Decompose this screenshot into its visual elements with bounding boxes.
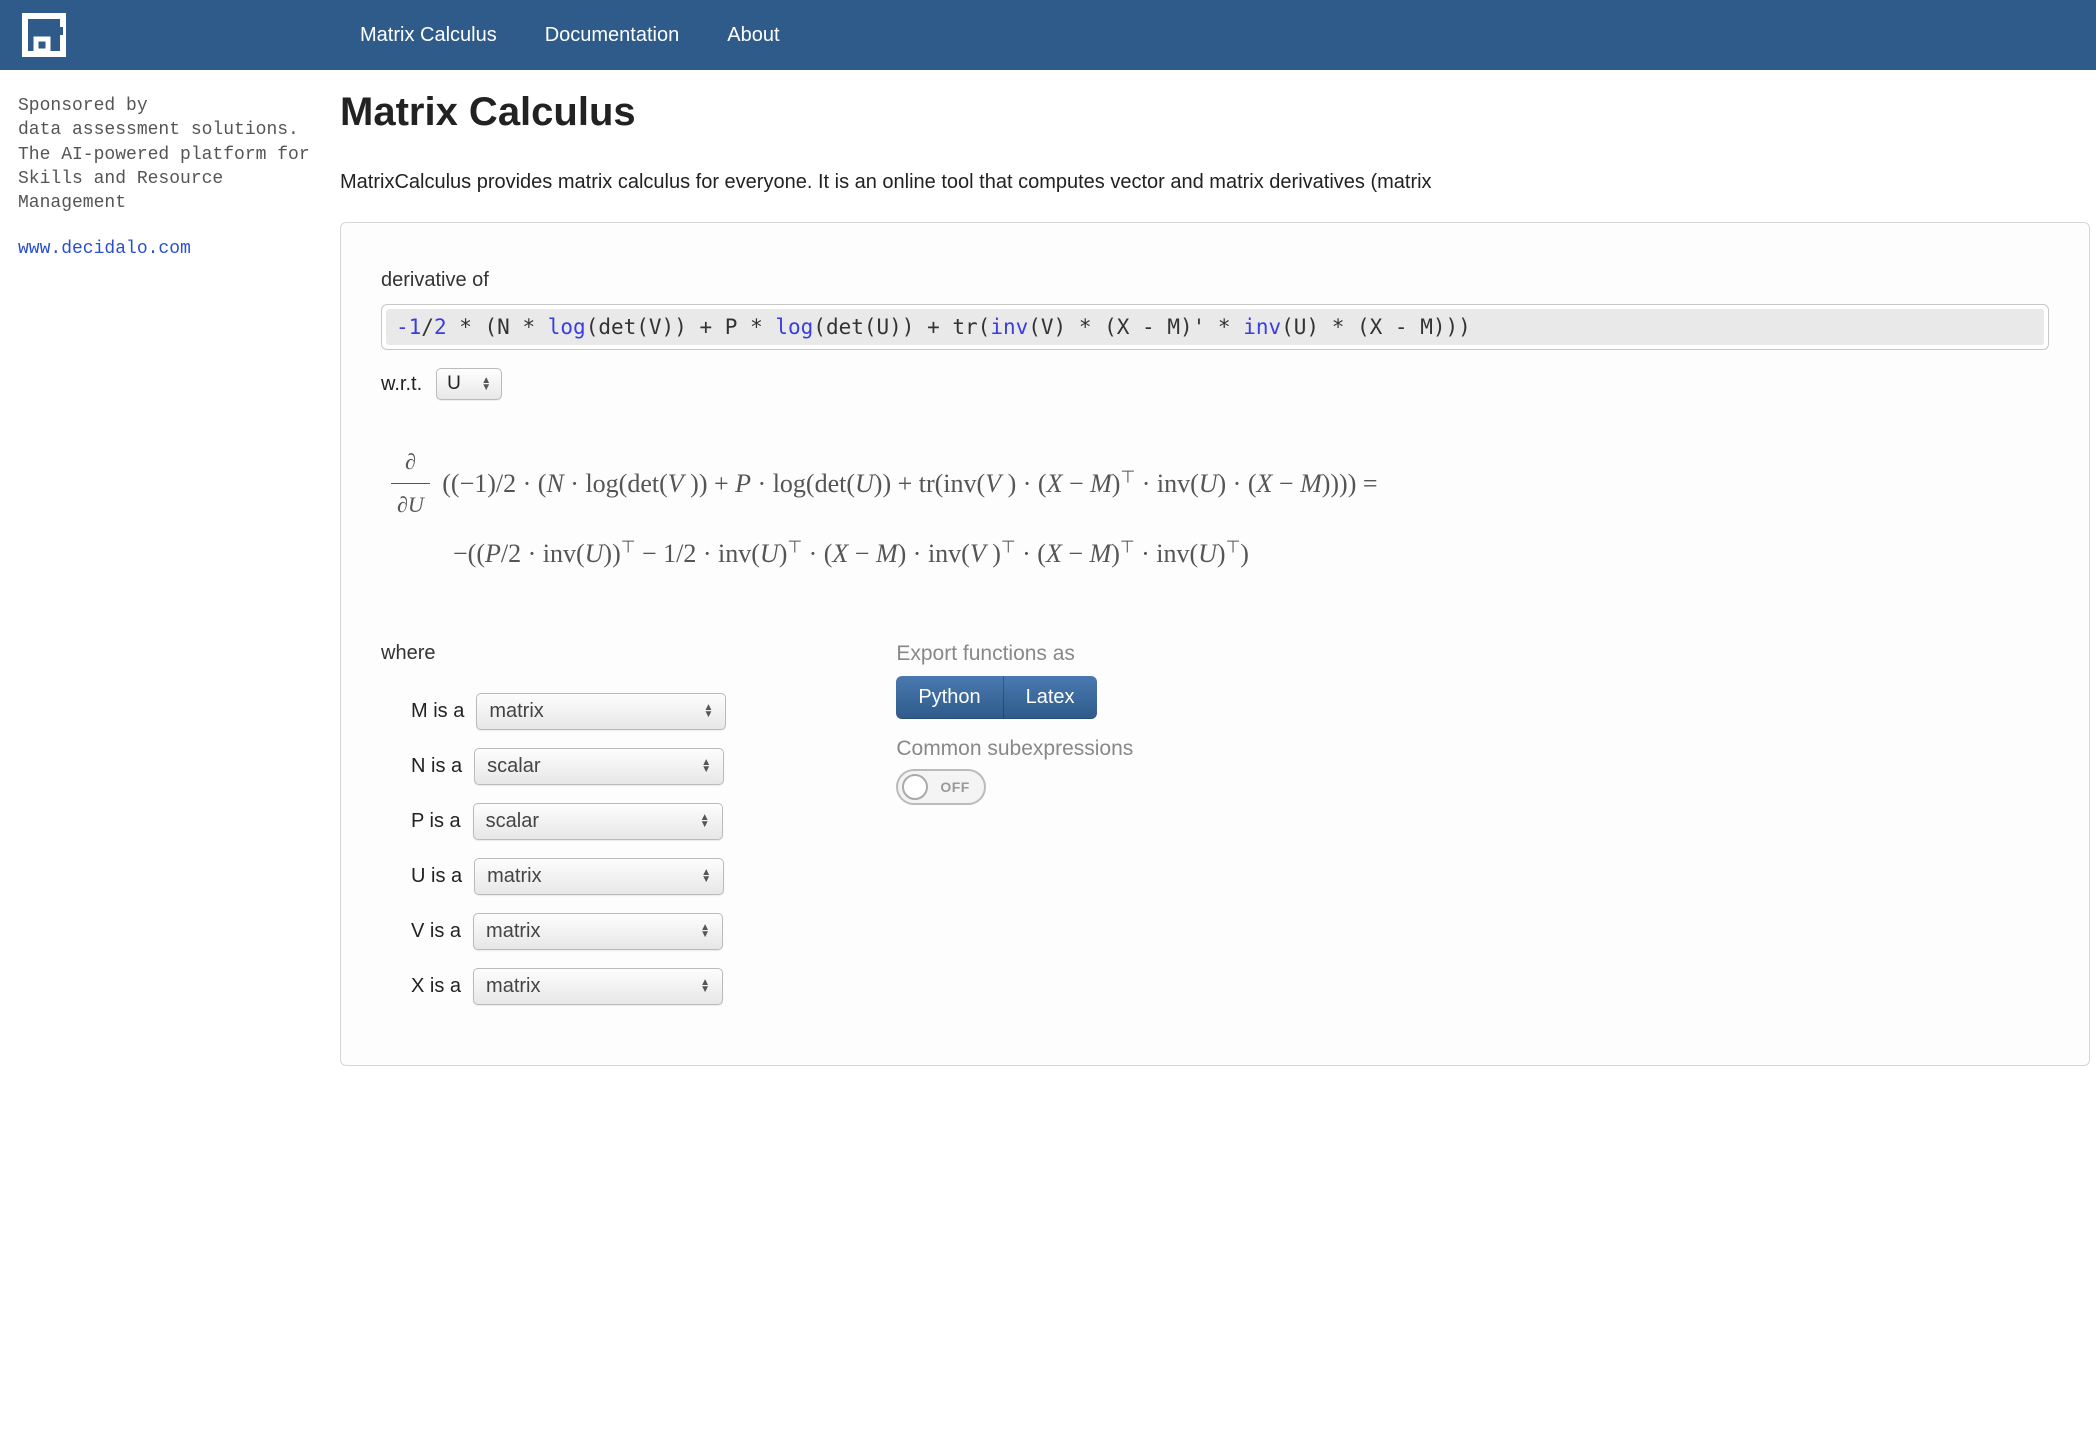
wrt-value: U bbox=[447, 373, 461, 395]
toggle-knob-icon bbox=[902, 774, 928, 800]
toggle-state: OFF bbox=[940, 779, 970, 795]
chevron-updown-icon: ▲▼ bbox=[481, 377, 491, 391]
var-row: P is a scalar ▲▼ bbox=[411, 803, 726, 840]
wrt-label: w.r.t. bbox=[381, 373, 422, 396]
wrt-dropdown[interactable]: U ▲▼ bbox=[436, 368, 502, 400]
var-label: P is a bbox=[411, 810, 461, 833]
sidebar: Sponsored by data assessment solutions. … bbox=[0, 90, 340, 1066]
chevron-updown-icon: ▲▼ bbox=[700, 979, 710, 993]
var-type-value: matrix bbox=[486, 975, 540, 998]
var-type-value: scalar bbox=[486, 810, 539, 833]
var-type-dropdown[interactable]: matrix ▲▼ bbox=[474, 858, 724, 895]
header: Matrix Calculus Documentation About bbox=[0, 0, 2096, 70]
var-type-dropdown[interactable]: scalar ▲▼ bbox=[474, 748, 724, 785]
var-type-dropdown[interactable]: matrix ▲▼ bbox=[476, 693, 726, 730]
var-type-dropdown[interactable]: matrix ▲▼ bbox=[473, 913, 723, 950]
page-title: Matrix Calculus bbox=[340, 90, 2090, 135]
chevron-updown-icon: ▲▼ bbox=[703, 704, 713, 718]
chevron-updown-icon: ▲▼ bbox=[700, 924, 710, 938]
export-label: Export functions as bbox=[896, 642, 1236, 666]
export-button-group: Python Latex bbox=[896, 676, 1236, 719]
var-type-value: matrix bbox=[486, 920, 540, 943]
calculator-panel: derivative of -1/2 * (N * log(det(V)) + … bbox=[340, 222, 2090, 1066]
sponsor-line: data assessment solutions. bbox=[18, 118, 322, 142]
var-label: V is a bbox=[411, 920, 461, 943]
sponsor-line: Sponsored by bbox=[18, 94, 322, 118]
var-row: N is a scalar ▲▼ bbox=[411, 748, 726, 785]
var-row: X is a matrix ▲▼ bbox=[411, 968, 726, 1005]
chevron-updown-icon: ▲▼ bbox=[701, 869, 711, 883]
cse-toggle[interactable]: OFF bbox=[896, 769, 986, 805]
var-label: U is a bbox=[411, 865, 462, 888]
expression-input[interactable]: -1/2 * (N * log(det(V)) + P * log(det(U)… bbox=[381, 304, 2049, 350]
var-type-value: scalar bbox=[487, 755, 540, 778]
sponsor-link[interactable]: www.decidalo.com bbox=[18, 237, 322, 261]
sponsor-line: Skills and Resource Management bbox=[18, 167, 322, 216]
var-row: V is a matrix ▲▼ bbox=[411, 913, 726, 950]
nav-about[interactable]: About bbox=[727, 24, 779, 47]
intro-text: MatrixCalculus provides matrix calculus … bbox=[340, 171, 2090, 194]
var-label: M is a bbox=[411, 700, 464, 723]
nav: Matrix Calculus Documentation About bbox=[360, 24, 780, 47]
nav-documentation[interactable]: Documentation bbox=[545, 24, 680, 47]
export-latex-button[interactable]: Latex bbox=[1004, 676, 1097, 719]
var-type-value: matrix bbox=[487, 865, 541, 888]
var-label: X is a bbox=[411, 975, 461, 998]
sponsor-line: The AI-powered platform for bbox=[18, 143, 322, 167]
var-label: N is a bbox=[411, 755, 462, 778]
var-type-value: matrix bbox=[489, 700, 543, 723]
chevron-updown-icon: ▲▼ bbox=[700, 814, 710, 828]
main: Matrix Calculus MatrixCalculus provides … bbox=[340, 90, 2096, 1066]
var-row: M is a matrix ▲▼ bbox=[411, 693, 726, 730]
var-type-dropdown[interactable]: scalar ▲▼ bbox=[473, 803, 723, 840]
where-label: where bbox=[381, 642, 726, 665]
derivative-of-label: derivative of bbox=[381, 269, 2049, 292]
var-type-dropdown[interactable]: matrix ▲▼ bbox=[473, 968, 723, 1005]
logo[interactable] bbox=[18, 9, 70, 61]
nav-matrix-calculus[interactable]: Matrix Calculus bbox=[360, 24, 497, 47]
cse-label: Common subexpressions bbox=[896, 737, 1236, 761]
result-math: ∂∂U ((−1)/2 · (N · log(det(V )) + P · lo… bbox=[381, 444, 2049, 578]
var-row: U is a matrix ▲▼ bbox=[411, 858, 726, 895]
export-python-button[interactable]: Python bbox=[896, 676, 1003, 719]
chevron-updown-icon: ▲▼ bbox=[701, 759, 711, 773]
